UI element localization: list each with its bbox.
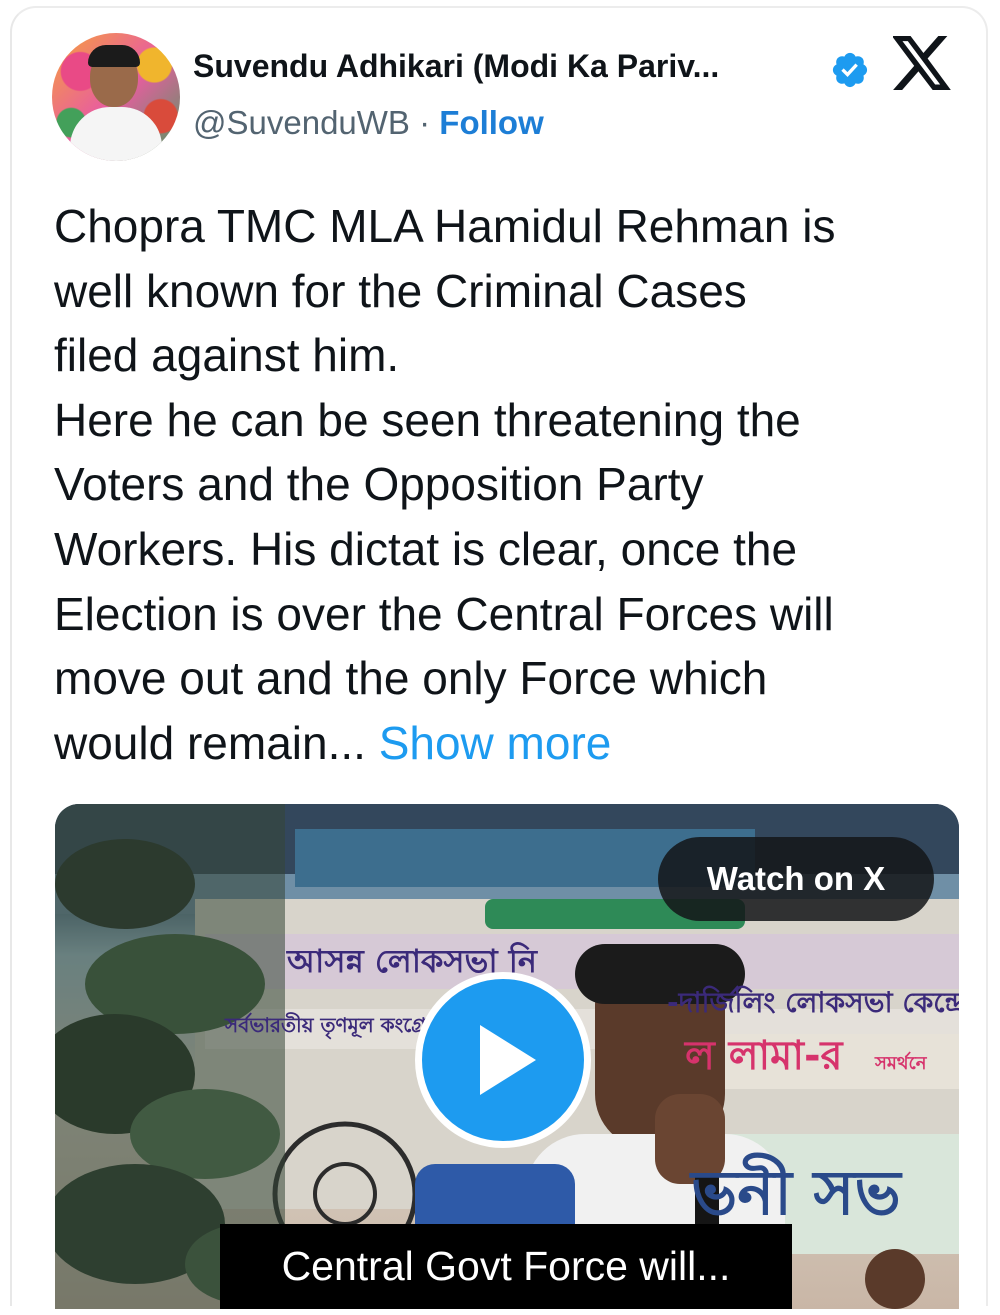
play-icon	[480, 1025, 536, 1095]
verified-badge-icon	[832, 52, 868, 88]
handle[interactable]: @SuvenduWB	[193, 104, 410, 141]
display-name[interactable]: Suvendu Adhikari (Modi Ka Pariv...	[193, 48, 719, 85]
tweet-line: Chopra TMC MLA Hamidul Rehman is	[54, 200, 836, 252]
tweet-line-last: would remain... Show more	[54, 711, 969, 776]
banner-text: সমর্থনে	[874, 1051, 928, 1074]
tweet-line: would remain...	[54, 716, 366, 769]
tweet-line: Workers. His dictat is clear, once the	[54, 522, 798, 575]
show-more-link[interactable]: Show more	[379, 717, 612, 769]
tweet-line: Here he can be seen threatening the	[54, 393, 801, 446]
banner-text: -দার্জিলিং লোকসভা কেন্দ্রে	[667, 985, 959, 1019]
handle-line: @SuvenduWB · Follow	[193, 104, 544, 142]
watch-on-x-button[interactable]: Watch on X	[658, 837, 934, 921]
tweet-line: Voters and the Opposition Party	[54, 458, 704, 511]
banner-text: সর্বভারতীয় তৃণমূল কংগ্রে	[224, 1012, 427, 1039]
tweet-line: move out and the only Force which	[54, 652, 768, 705]
video-caption: Central Govt Force will...	[220, 1224, 792, 1309]
banner-text: ল লামা-র	[683, 1033, 845, 1079]
banner-text: ভনী সভ	[689, 1153, 902, 1229]
tweet-text: Chopra TMC MLA Hamidul Rehman is well kn…	[54, 194, 969, 775]
follow-button[interactable]: Follow	[439, 104, 543, 141]
x-logo-icon[interactable]	[893, 36, 953, 90]
play-button[interactable]	[415, 972, 591, 1148]
video-thumbnail[interactable]: আসন্ন লোকসভা নি -দার্জিলিং লোকসভা কেন্দ্র…	[55, 804, 959, 1309]
tweet-line: Election is over the Central Forces will	[54, 587, 834, 640]
separator: ·	[419, 104, 431, 141]
tweet-line: well known for the Criminal Cases	[54, 264, 747, 317]
tweet-line: filed against him.	[54, 329, 400, 382]
avatar[interactable]	[52, 33, 180, 161]
